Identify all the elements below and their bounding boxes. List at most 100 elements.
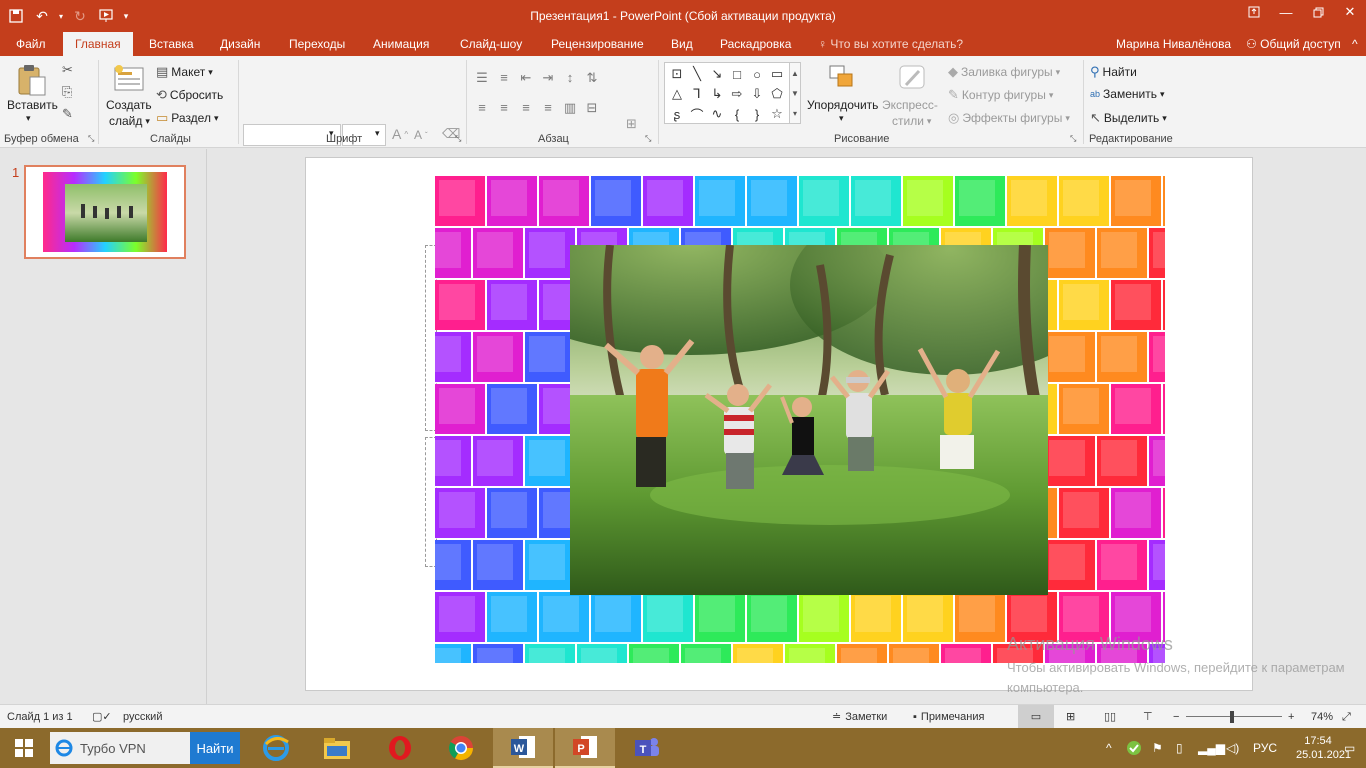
tab-transitions[interactable]: Переходы bbox=[287, 32, 347, 56]
arc-shape-icon[interactable]: ⌒ bbox=[687, 104, 707, 124]
flag-icon[interactable]: ⚑ bbox=[1152, 728, 1163, 768]
new-slide-button[interactable]: слайд ▾ bbox=[109, 114, 150, 128]
zoom-level[interactable]: 74% bbox=[1311, 705, 1333, 729]
line-spacing-icon[interactable]: ↕ bbox=[562, 70, 578, 86]
quick-styles-label[interactable]: Экспресс- bbox=[882, 98, 938, 112]
slideshow-button[interactable]: ⊤ bbox=[1143, 705, 1153, 729]
paragraph-launcher-icon[interactable]: ⤡ bbox=[645, 134, 651, 144]
minimize-icon[interactable]: — bbox=[1270, 0, 1302, 24]
right-brace-shape-icon[interactable]: } bbox=[747, 104, 767, 124]
rounded-rectangle-shape-icon[interactable]: ▭ bbox=[767, 64, 787, 84]
oval-shape-icon[interactable]: ○ bbox=[747, 64, 767, 84]
line-shape-icon[interactable]: ╲ bbox=[687, 64, 707, 84]
new-slide-icon[interactable] bbox=[112, 62, 146, 94]
zoom-slider-thumb[interactable] bbox=[1230, 711, 1234, 723]
shapes-gallery[interactable]: ⊡ ╲ ↘ □ ○ ▭ △ ⅂ ↳ ⇨ ⇩ ⬠ ʂ ⌒ ∿ { } ☆ bbox=[664, 62, 790, 124]
tab-view[interactable]: Вид bbox=[669, 32, 695, 56]
curve-shape-icon[interactable]: ∿ bbox=[707, 104, 727, 124]
notifications-icon[interactable]: ▭ bbox=[1344, 728, 1355, 768]
smartart-icon[interactable]: ⊞ bbox=[626, 116, 637, 132]
shapes-gallery-scroll[interactable]: ▲ ▼ ▾ bbox=[789, 62, 801, 124]
quick-styles-icon[interactable] bbox=[896, 62, 928, 94]
volume-icon[interactable]: ◁) bbox=[1226, 728, 1239, 768]
pentagon-shape-icon[interactable]: ⬠ bbox=[767, 84, 787, 104]
zoom-in-button[interactable]: + bbox=[1288, 705, 1294, 729]
columns-icon[interactable]: ▥ bbox=[562, 100, 578, 116]
taskbar-find-button[interactable]: Найти bbox=[190, 732, 240, 764]
children-jumping-photo[interactable] bbox=[570, 245, 1048, 595]
tab-home[interactable]: Главная bbox=[63, 32, 133, 56]
taskbar-search-input[interactable]: Турбо VPN bbox=[50, 732, 190, 764]
taskbar-word-app[interactable]: W bbox=[493, 728, 553, 768]
font-size-dropdown-icon[interactable]: ▾ bbox=[375, 128, 380, 139]
scroll-down-icon[interactable]: ▼ bbox=[791, 89, 799, 98]
paste-button[interactable]: Вставить bbox=[7, 98, 58, 112]
taskbar-file-explorer-app[interactable] bbox=[307, 728, 367, 768]
shrink-font-button[interactable]: Aˇ bbox=[414, 128, 428, 142]
cut-icon[interactable]: ✂ bbox=[62, 62, 73, 78]
justify-icon[interactable]: ≡ bbox=[540, 100, 556, 116]
clipboard-launcher-icon[interactable]: ⤡ bbox=[88, 134, 94, 144]
fit-slide-icon[interactable]: ⤢ bbox=[1342, 705, 1351, 729]
text-direction-icon[interactable]: ⇅ bbox=[584, 70, 600, 86]
arrange-dropdown-icon[interactable]: ▾ bbox=[839, 113, 844, 124]
curve-connector-shape-icon[interactable]: ʂ bbox=[667, 104, 687, 124]
align-text-icon[interactable]: ⊟ bbox=[584, 100, 600, 116]
arrange-button[interactable]: Упорядочить bbox=[807, 98, 878, 112]
tab-design[interactable]: Дизайн bbox=[218, 32, 262, 56]
arrow-line-shape-icon[interactable]: ↘ bbox=[707, 64, 727, 84]
star-shape-icon[interactable]: ☆ bbox=[767, 104, 787, 124]
shape-fill-button[interactable]: ◆ Заливка фигуры ▾ bbox=[948, 64, 1060, 80]
triangle-shape-icon[interactable]: △ bbox=[667, 84, 687, 104]
show-hidden-icons[interactable]: ^ bbox=[1106, 728, 1112, 768]
elbow-connector-shape-icon[interactable]: ⅂ bbox=[687, 84, 707, 104]
taskbar-powerpoint-app[interactable]: P bbox=[555, 728, 615, 768]
tab-slideshow[interactable]: Слайд-шоу bbox=[458, 32, 524, 56]
zoom-out-button[interactable]: − bbox=[1173, 705, 1179, 729]
scroll-up-icon[interactable]: ▲ bbox=[791, 69, 799, 78]
collapse-ribbon-icon[interactable]: ^ bbox=[1352, 32, 1358, 56]
paste-icon[interactable] bbox=[14, 62, 50, 98]
tray-app-icon[interactable] bbox=[1126, 728, 1142, 768]
normal-view-button[interactable]: ▭ bbox=[1018, 705, 1054, 729]
language-indicator[interactable]: русский bbox=[123, 705, 162, 729]
slide-thumbnail-1[interactable] bbox=[24, 165, 186, 259]
format-painter-icon[interactable]: ✎ bbox=[62, 106, 73, 122]
align-center-icon[interactable]: ≡ bbox=[496, 100, 512, 116]
start-button[interactable] bbox=[0, 728, 48, 768]
paste-dropdown-icon[interactable]: ▾ bbox=[26, 113, 31, 124]
shape-effects-button[interactable]: ◎ Эффекты фигуры ▾ bbox=[948, 110, 1070, 126]
align-right-icon[interactable]: ≡ bbox=[518, 100, 534, 116]
notes-button[interactable]: ≐ Заметки bbox=[832, 705, 887, 729]
battery-icon[interactable]: ▯ bbox=[1176, 728, 1183, 768]
align-left-icon[interactable]: ≡ bbox=[474, 100, 490, 116]
new-slide-label[interactable]: Создать bbox=[106, 98, 152, 112]
copy-icon[interactable]: ⎘ bbox=[62, 84, 72, 100]
down-arrow-shape-icon[interactable]: ⇩ bbox=[747, 84, 767, 104]
bullets-icon[interactable]: ☰ bbox=[474, 70, 490, 86]
zoom-slider[interactable] bbox=[1186, 705, 1282, 729]
clock[interactable]: 17:54 25.01.2021 bbox=[1296, 734, 1351, 762]
shape-outline-button[interactable]: ✎ Контур фигуры ▾ bbox=[948, 87, 1053, 103]
tab-animation[interactable]: Анимация bbox=[371, 32, 431, 56]
quick-styles-button[interactable]: стили ▾ bbox=[892, 114, 931, 128]
right-arrow-shape-icon[interactable]: ⇨ bbox=[727, 84, 747, 104]
increase-indent-icon[interactable]: ⇥ bbox=[540, 70, 556, 86]
spellcheck-icon[interactable]: ▢✓ bbox=[92, 705, 112, 729]
font-launcher-icon[interactable]: ⤡ bbox=[455, 134, 461, 144]
tab-insert[interactable]: Вставка bbox=[147, 32, 196, 56]
more-shapes-icon[interactable]: ▾ bbox=[793, 109, 797, 118]
user-name[interactable]: Марина Нивалёнова bbox=[1116, 32, 1231, 56]
grow-font-button[interactable]: A ^ bbox=[392, 126, 408, 142]
reset-button[interactable]: ⟲ Сбросить bbox=[156, 87, 223, 103]
drawing-launcher-icon[interactable]: ⤡ bbox=[1070, 134, 1076, 144]
network-icon[interactable]: ▂▄▆ bbox=[1198, 728, 1225, 768]
taskbar-teams-app[interactable]: T bbox=[617, 728, 677, 768]
ribbon-display-options-icon[interactable] bbox=[1238, 0, 1270, 24]
elbow-arrow-shape-icon[interactable]: ↳ bbox=[707, 84, 727, 104]
find-button[interactable]: ⚲ Найти bbox=[1090, 64, 1137, 80]
decrease-indent-icon[interactable]: ⇤ bbox=[518, 70, 534, 86]
share-button[interactable]: ⚇ Общий доступ bbox=[1246, 32, 1341, 56]
layout-button[interactable]: ▤ Макет ▾ bbox=[156, 64, 213, 80]
tell-me-search[interactable]: ♀ Что вы хотите сделать? bbox=[818, 32, 963, 56]
